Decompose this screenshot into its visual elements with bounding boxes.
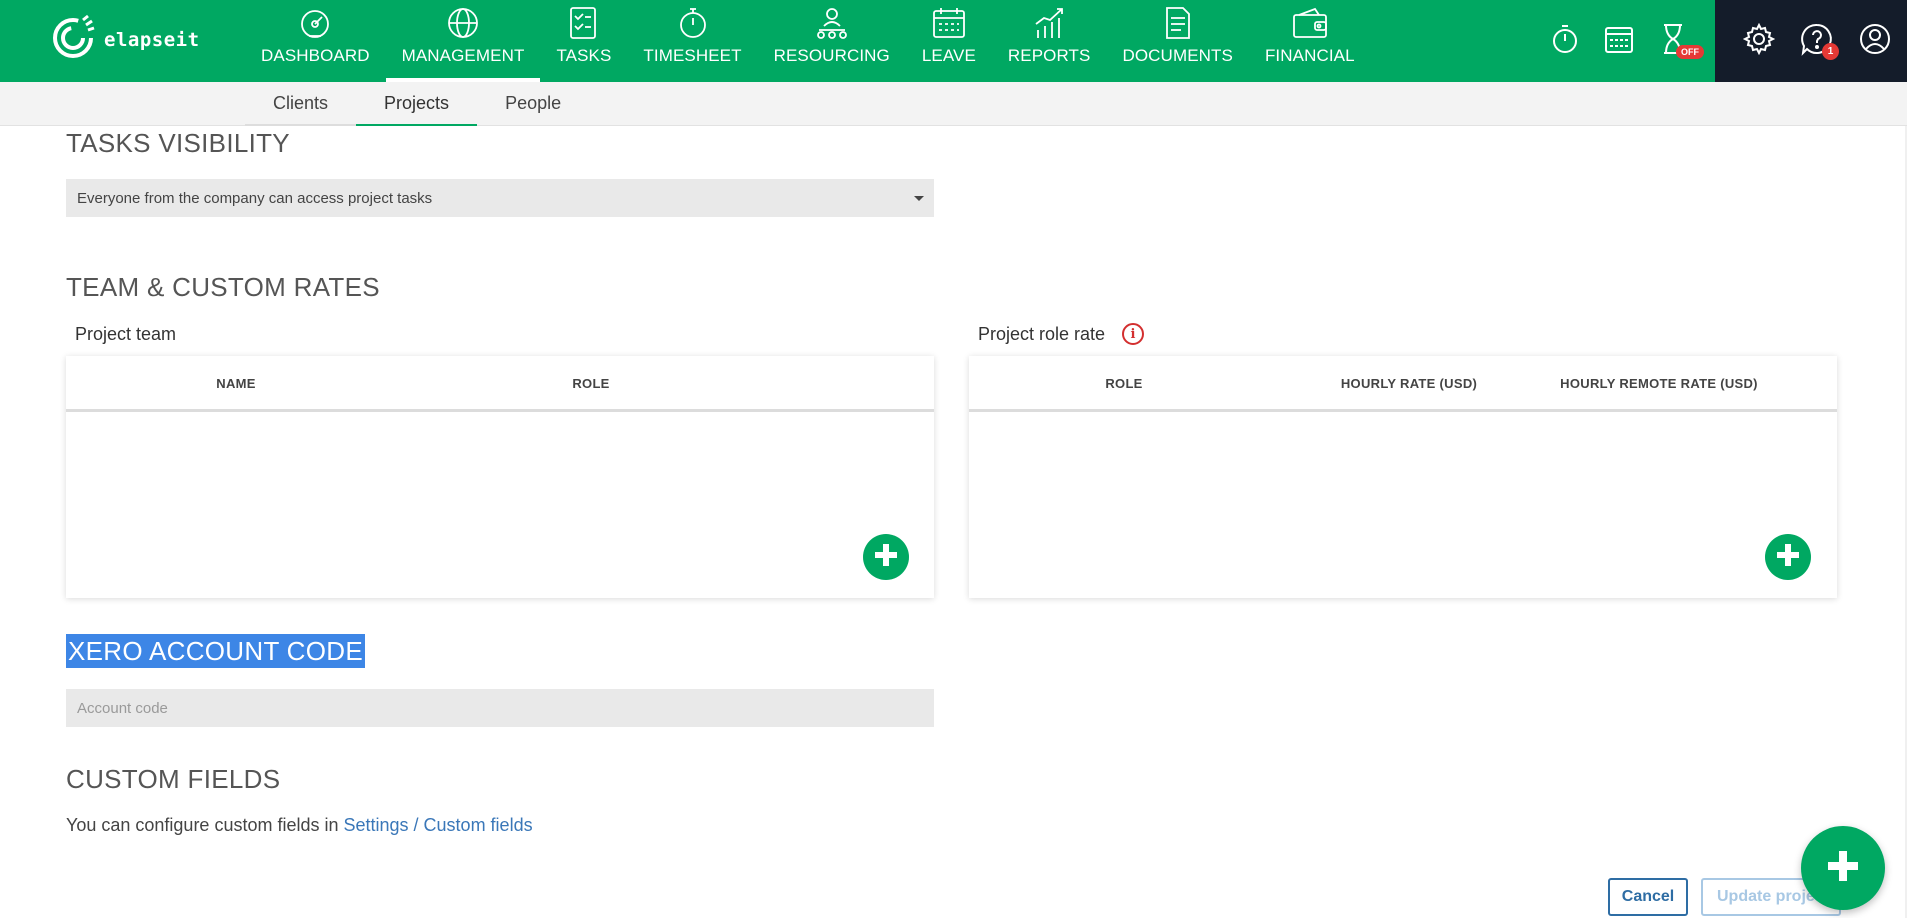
add-role-rate-button[interactable]: [1765, 534, 1811, 580]
user-avatar-icon: [1859, 23, 1891, 60]
table-header: ROLE HOURLY RATE (USD) HOURLY REMOTE RAT…: [969, 356, 1837, 412]
resourcing-icon: [813, 4, 851, 42]
help-button[interactable]: 1: [1799, 21, 1839, 61]
select-value: Everyone from the company can access pro…: [77, 189, 433, 207]
column-name: NAME: [216, 376, 256, 391]
chart-icon: [1030, 4, 1068, 42]
info-icon[interactable]: i: [1122, 323, 1144, 345]
stopwatch-icon: [1551, 24, 1579, 59]
plus-icon: [1826, 849, 1860, 888]
calendar-icon: [1604, 24, 1634, 59]
nav-label: TASKS: [556, 46, 612, 65]
user-profile-button[interactable]: [1857, 21, 1893, 61]
caret-down-icon: [914, 196, 924, 201]
plus-icon: [873, 542, 899, 573]
tasks-visibility-title: TASKS VISIBILITY: [66, 128, 290, 158]
document-icon: [1159, 4, 1197, 42]
dashboard-icon: [296, 4, 334, 42]
column-hourly-rate: HOURLY RATE (USD): [1340, 376, 1478, 391]
timer-button[interactable]: [1548, 21, 1582, 61]
hourglass-timer-button[interactable]: OFF: [1656, 21, 1704, 61]
custom-fields-title: CUSTOM FIELDS: [66, 764, 281, 794]
project-team-table: NAME ROLE: [66, 356, 934, 598]
app-logo[interactable]: elapseit: [50, 14, 200, 65]
tab-people[interactable]: People: [477, 82, 589, 126]
nav-management[interactable]: MANAGEMENT: [385, 0, 541, 82]
nav-label: LEAVE: [921, 46, 976, 65]
tasks-visibility-select[interactable]: Everyone from the company can access pro…: [66, 179, 934, 217]
notification-count-badge: 1: [1822, 43, 1839, 60]
logo-text: elapseit: [104, 28, 200, 51]
elapseit-logo-icon: [50, 14, 96, 65]
account-code-input[interactable]: [66, 689, 934, 727]
tasks-icon: [565, 4, 603, 42]
account-panel: 1: [1715, 0, 1907, 82]
quick-timesheet-button[interactable]: [1602, 21, 1636, 61]
timer-off-badge: OFF: [1676, 45, 1704, 59]
sub-nav: Clients Projects People: [0, 82, 1907, 126]
wallet-icon: [1291, 4, 1329, 42]
table-header: NAME ROLE: [66, 356, 934, 412]
nav-label: DOCUMENTS: [1122, 46, 1233, 65]
nav-dashboard[interactable]: DASHBOARD: [245, 0, 386, 82]
management-tabs: Clients Projects People: [245, 82, 589, 126]
gear-icon: [1742, 22, 1776, 60]
tab-projects[interactable]: Projects: [356, 82, 478, 126]
nav-tasks[interactable]: TASKS: [540, 0, 627, 82]
column-role: ROLE: [1105, 376, 1143, 391]
nav-label: TIMESHEET: [643, 46, 742, 65]
nav-financial[interactable]: FINANCIAL: [1249, 0, 1371, 82]
custom-fields-text: You can configure custom fields in: [66, 815, 344, 835]
add-team-member-button[interactable]: [863, 534, 909, 580]
project-role-rate-table: ROLE HOURLY RATE (USD) HOURLY REMOTE RAT…: [969, 356, 1837, 598]
settings-button[interactable]: [1741, 21, 1777, 61]
nav-reports[interactable]: REPORTS: [992, 0, 1107, 82]
nav-label: FINANCIAL: [1264, 46, 1355, 65]
cancel-button[interactable]: Cancel: [1608, 878, 1688, 916]
nav-label: REPORTS: [1007, 46, 1091, 65]
nav-label: RESOURCING: [773, 46, 890, 65]
settings-custom-fields-link[interactable]: Settings / Custom fields: [344, 815, 533, 835]
main-nav: DASHBOARD MANAGEMENT TASKS TIMESHEET RES…: [245, 0, 1371, 82]
project-role-rate-label: Project role rate: [978, 324, 1106, 344]
top-nav-bar: elapseit DASHBOARD MANAGEMENT TASKS TIME…: [0, 0, 1907, 82]
calendar-icon: [930, 4, 968, 42]
management-globe-icon: [444, 4, 482, 42]
quick-tools: OFF: [1548, 0, 1704, 82]
column-hourly-remote-rate: HOURLY REMOTE RATE (USD): [1560, 376, 1758, 391]
stopwatch-icon: [674, 4, 712, 42]
team-rates-title: TEAM & CUSTOM RATES: [66, 272, 380, 302]
nav-leave[interactable]: LEAVE: [906, 0, 992, 82]
custom-fields-description: You can configure custom fields in Setti…: [66, 815, 533, 836]
nav-resourcing[interactable]: RESOURCING: [758, 0, 906, 82]
column-role: ROLE: [572, 376, 610, 391]
plus-icon: [1775, 542, 1801, 573]
tab-clients[interactable]: Clients: [245, 82, 357, 126]
nav-label: MANAGEMENT: [401, 46, 525, 65]
floating-add-button[interactable]: [1801, 826, 1885, 910]
project-team-label: Project team: [75, 324, 177, 344]
nav-timesheet[interactable]: TIMESHEET: [627, 0, 757, 82]
xero-account-code-title: XERO ACCOUNT CODE: [66, 634, 365, 668]
nav-documents[interactable]: DOCUMENTS: [1106, 0, 1248, 82]
nav-label: DASHBOARD: [261, 46, 370, 65]
